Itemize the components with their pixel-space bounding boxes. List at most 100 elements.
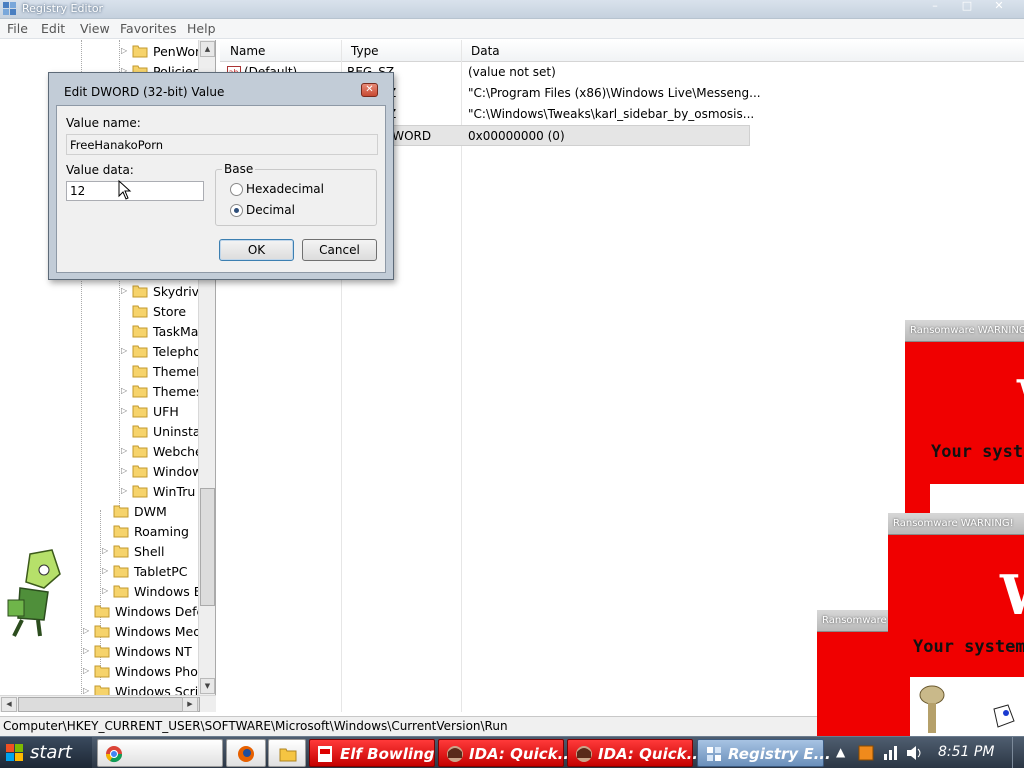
taskbar-ida-1[interactable]: IDA: Quick... [438,739,575,767]
edit-dword-dialog: Edit DWORD (32-bit) Value ✕ Value name: … [48,72,394,280]
expand-arrow-icon[interactable]: ▷ [83,646,89,655]
folder-icon [94,665,110,678]
chrome-icon [105,746,123,763]
column-type[interactable]: Type [351,44,379,58]
tree-horizontal-scrollbar[interactable]: ◀ ▶ [0,695,216,712]
tree-node-label: PenWor [153,44,201,59]
expand-arrow-icon[interactable]: ▷ [102,566,108,575]
folder-icon [132,445,148,458]
folder-icon [132,345,148,358]
maximize-button[interactable]: □ [954,0,980,14]
cancel-button[interactable]: Cancel [302,239,377,261]
show-desktop-button[interactable] [1012,737,1024,768]
expand-arrow-icon[interactable]: ▷ [121,486,127,495]
minimize-button[interactable]: – [922,0,948,14]
ransomware-title-bar[interactable]: Ransomware WARNING!! [905,320,1024,342]
expand-arrow-icon[interactable]: ▷ [83,626,89,635]
folder-icon [113,545,129,558]
ok-button[interactable]: OK [219,239,294,261]
scroll-thumb[interactable] [18,697,200,712]
value-data: 0x00000000 (0) [468,129,565,143]
taskbar: start Elf Bowling IDA: Quick... IDA: Qui… [0,736,1024,768]
show-hidden-icons-icon[interactable]: ▲ [836,745,845,759]
start-button[interactable]: start [0,737,92,768]
folder-icon [113,505,129,518]
windows-logo-icon [6,744,23,761]
ransomware-heading: W [1000,563,1024,627]
value-data-input[interactable]: 12 [66,181,204,201]
menu-file[interactable]: File [7,21,28,36]
taskbar-chrome[interactable] [97,739,223,767]
registry-path: Computer\HKEY_CURRENT_USER\SOFTWARE\Micr… [3,719,508,733]
tree-node-label: WinTru [153,484,196,499]
base-group-label: Base [222,162,256,176]
taskbar-ida-2[interactable]: IDA: Quick... [567,739,704,767]
tree-node-label: TaskMa [153,324,199,339]
menu-edit[interactable]: Edit [41,21,65,36]
folder-icon [132,385,148,398]
expand-arrow-icon[interactable]: ▷ [121,346,127,355]
hexadecimal-radio[interactable] [230,183,243,196]
taskbar-item-label: IDA: Quick... [598,745,704,763]
expand-arrow-icon[interactable]: ▷ [121,466,127,475]
folder-icon [94,645,110,658]
folder-icon [132,285,148,298]
menu-favorites[interactable]: Favorites [120,21,176,36]
network-icon[interactable] [882,745,898,761]
decimal-label[interactable]: Decimal [246,203,295,217]
window-title-bar: Registry Editor – □ ✕ [0,0,1024,19]
taskbar-registry-editor[interactable]: Registry E... [697,739,831,767]
value-data: "C:\Windows\Tweaks\karl_sidebar_by_osmos… [468,107,755,121]
folder-icon [132,365,148,378]
scroll-thumb[interactable] [200,488,215,606]
ransomware-window[interactable]: Ransomware WARNING!! W Your syst [905,320,1024,520]
taskbar-item-label: Registry E... [728,745,831,763]
close-button[interactable]: ✕ [986,0,1012,14]
expand-arrow-icon[interactable]: ▷ [121,46,127,55]
dialog-close-button[interactable]: ✕ [361,83,378,97]
folder-icon [94,605,110,618]
scroll-right-icon[interactable]: ▶ [182,697,198,712]
tray-app-icon[interactable] [858,745,874,761]
tree-node-label: DWM [134,504,167,519]
column-name[interactable]: Name [230,44,265,58]
hexadecimal-label[interactable]: Hexadecimal [246,182,324,196]
volume-icon[interactable] [906,745,924,761]
taskbar-explorer[interactable] [268,739,306,767]
taskbar-elf-bowling[interactable]: Elf Bowling [309,739,435,767]
folder-icon [94,625,110,638]
ransomware-heading: W [1017,368,1024,432]
column-data[interactable]: Data [471,44,500,58]
folder-icon [132,305,148,318]
expand-arrow-icon[interactable]: ▷ [121,286,127,295]
expand-arrow-icon[interactable]: ▷ [121,406,127,415]
scroll-down-icon[interactable]: ▼ [200,678,215,694]
scroll-left-icon[interactable]: ◀ [1,697,17,712]
scroll-up-icon[interactable]: ▲ [200,41,215,57]
value-name-field[interactable]: FreeHanakoPorn [66,134,378,155]
ransomware-title: Ransomware WARNING! [893,518,1014,529]
expand-arrow-icon[interactable]: ▷ [121,446,127,455]
menu-help[interactable]: Help [187,21,216,36]
expand-arrow-icon[interactable]: ▷ [102,546,108,555]
expand-arrow-icon[interactable]: ▷ [83,666,89,675]
clock[interactable]: 8:51 PM [938,744,994,760]
tree-node-label: Shell [134,544,165,559]
ransomware-window[interactable]: Ransomware WARNING! W Your system [888,513,1024,736]
expand-arrow-icon[interactable]: ▷ [121,386,127,395]
ransomware-window[interactable]: Ransomware [817,610,897,736]
decimal-radio[interactable] [230,204,243,217]
ransomware-image [910,677,1024,736]
tree-node-label: UFH [153,404,179,419]
tree-node-label: Windows Defe [115,604,205,619]
taskbar-firefox[interactable] [226,739,266,767]
folder-icon [132,405,148,418]
mouse-cursor-icon [118,180,132,200]
ransomware-title-bar[interactable]: Ransomware WARNING! [888,513,1024,535]
folder-icon [113,585,129,598]
taskbar-item-label: Elf Bowling [340,745,435,763]
expand-arrow-icon[interactable]: ▷ [102,586,108,595]
expand-arrow-icon[interactable]: ▷ [83,686,89,695]
ransomware-title-bar[interactable]: Ransomware [817,610,897,632]
menu-view[interactable]: View [80,21,110,36]
